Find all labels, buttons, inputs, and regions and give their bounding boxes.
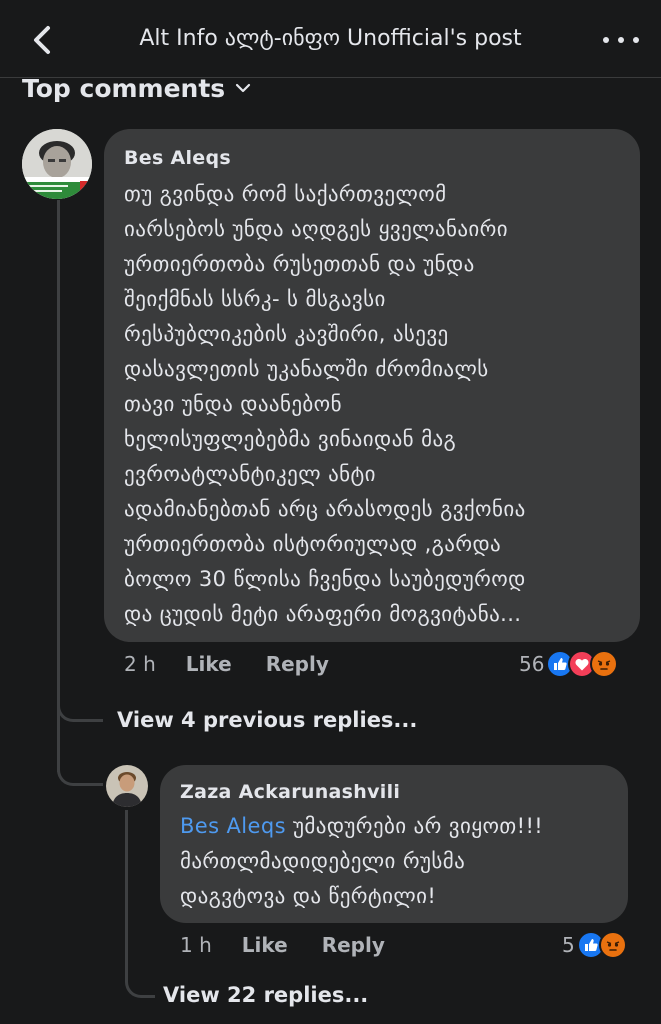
reaction-summary[interactable]: 5	[562, 931, 627, 959]
reply-line: უმადურები არ ვიყოთ!!!	[285, 814, 544, 838]
angry-reaction-icon	[590, 650, 619, 678]
comment-line: დასავლეთის უკანალში ძრომიალს	[124, 357, 489, 381]
angry-reaction-icon	[598, 931, 627, 959]
reply-actions: 1 h Like Reply	[180, 933, 419, 957]
comment-line: რესპუბლიკების კავშირი, ასევე	[124, 322, 449, 346]
reply-text: Bes Aleqs უმადურები არ ვიყოთ!!! მართლმად…	[180, 809, 608, 914]
like-button[interactable]: Like	[186, 652, 232, 676]
comment-line: ბოლო 30 წლისა ჩვენდა საუბედუროდ	[124, 567, 526, 591]
mention-link[interactable]: Bes Aleqs	[180, 814, 286, 838]
comment-line: თუ გვინდა რომ საქართველომ	[124, 182, 447, 206]
comment-author[interactable]: Bes Aleqs	[124, 147, 620, 169]
like-button[interactable]: Like	[242, 933, 288, 957]
thread-connector-previous	[57, 680, 103, 722]
reply-author[interactable]: Zaza Ackarunashvili	[180, 781, 608, 803]
comment-sort-dropdown[interactable]: Top comments	[22, 72, 251, 104]
reply-line: მართლმადიდებელი რუსმა	[180, 849, 466, 873]
chevron-down-icon	[236, 83, 251, 93]
back-button[interactable]	[22, 22, 62, 58]
comment-timestamp[interactable]: 2 h	[124, 652, 156, 676]
profile-photo-icon	[22, 129, 92, 199]
profile-photo-icon	[106, 765, 148, 807]
sort-label: Top comments	[22, 73, 226, 103]
post-title: Alt Info ალტ-ინფო Unofficial's post	[139, 26, 522, 51]
avatar[interactable]	[106, 765, 148, 807]
more-options-button[interactable]	[603, 30, 639, 50]
comment-line: ურთიერთობა რუსეთთან და უნდა	[124, 252, 475, 276]
comment-line: შეიქმნას სსრკ- ს მსგავსი	[124, 287, 386, 311]
comment-text: თუ გვინდა რომ საქართველომ იარსებოს უნდა …	[124, 177, 620, 632]
avatar[interactable]	[22, 129, 92, 199]
reply-line: დაგვტოვა და წერტილი!	[180, 884, 437, 908]
more-horizontal-icon	[603, 37, 609, 43]
view-previous-replies-link[interactable]: View 4 previous replies...	[117, 708, 417, 732]
comment-line: ევროატლანტიკელ ანტი	[124, 462, 376, 486]
chevron-left-icon	[34, 26, 50, 54]
comment-line: იარსებოს უნდა აღდგეს ყველანაირი	[124, 217, 509, 241]
thread-connector-reply	[57, 740, 103, 786]
comment-line: ხელისუფლებებმა ვინაიდან მაგ	[124, 427, 457, 451]
reply-button[interactable]: Reply	[322, 933, 385, 957]
post-comments-screen: Alt Info ალტ-ინფო Unofficial's post Top …	[0, 0, 661, 1024]
reply-bubble[interactable]: Zaza Ackarunashvili Bes Aleqs უმადურები …	[160, 765, 628, 923]
reply-timestamp[interactable]: 1 h	[180, 933, 212, 957]
comment-actions: 2 h Like Reply	[124, 652, 363, 676]
thread-connector-more	[125, 960, 155, 998]
comment-line: ადამიანებთან არც არასოდეს გვქონია	[124, 497, 526, 521]
thread-line-reply	[125, 810, 128, 975]
reaction-count: 56	[519, 652, 545, 676]
comment-bubble[interactable]: Bes Aleqs თუ გვინდა რომ საქართველომ იარს…	[104, 129, 640, 642]
comment-line: ურთიერთობა ისტორიულად ,გარდა	[124, 532, 502, 556]
view-more-replies-link[interactable]: View 22 replies...	[163, 983, 368, 1007]
reply-button[interactable]: Reply	[266, 652, 329, 676]
reaction-count: 5	[562, 933, 575, 957]
comment-line: და ცუდის მეტი არაფერი მოგვიტანა...	[124, 602, 522, 626]
comment-line: თავი უნდა დაანებონ	[124, 392, 342, 416]
reaction-summary[interactable]: 56	[519, 650, 619, 678]
top-bar: Alt Info ალტ-ინფო Unofficial's post	[0, 0, 661, 78]
